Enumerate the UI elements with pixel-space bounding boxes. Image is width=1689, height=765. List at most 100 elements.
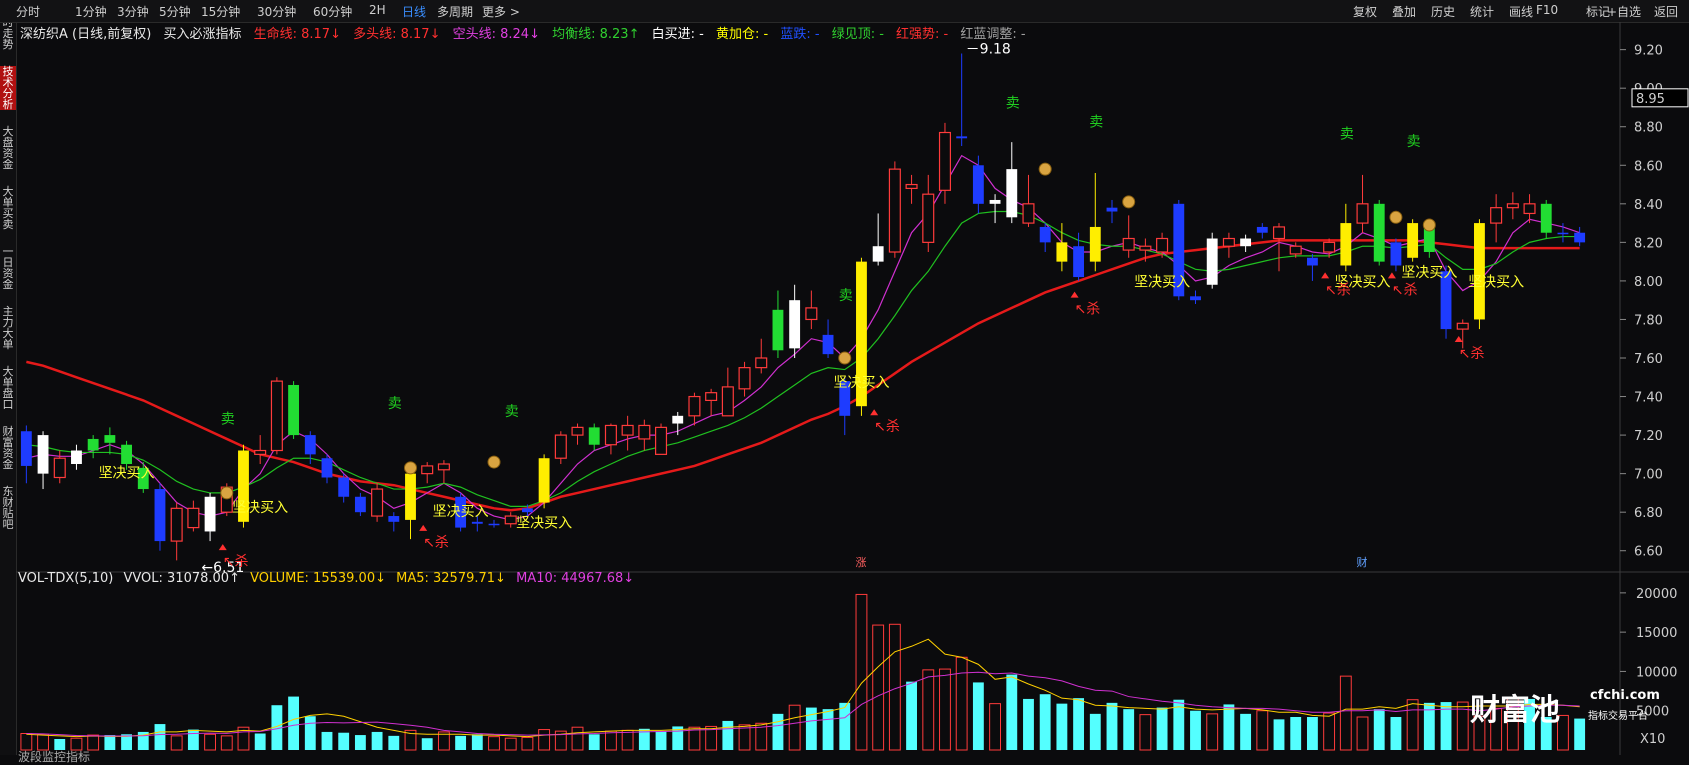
candle-body <box>922 193 935 243</box>
volume-bar <box>922 669 935 751</box>
volume-bar <box>989 703 1002 751</box>
candle-body <box>1240 238 1252 247</box>
volume-bar <box>1190 710 1201 750</box>
price-tick-label: 6.80 <box>1634 506 1663 521</box>
candle-body <box>304 435 316 455</box>
candle-body <box>1523 203 1536 215</box>
candle-body <box>204 496 216 532</box>
volume-bar <box>1223 704 1235 750</box>
volume-bar <box>1356 716 1369 751</box>
volume-bar <box>1306 717 1318 750</box>
volume-bar <box>1056 703 1068 750</box>
price-tick-label: 7.60 <box>1634 352 1663 367</box>
candle-body <box>1323 241 1336 253</box>
ma5-value: MA5: 32579.71↓ <box>396 571 506 586</box>
money-bag-icon <box>1422 218 1436 232</box>
candle-body <box>1222 237 1235 247</box>
next-indicator-title[interactable]: 波段监控指标 <box>18 748 90 765</box>
candle-body <box>371 488 384 517</box>
candle-body <box>1272 226 1286 240</box>
buy-signal-8: 坚决买入 <box>1468 275 1524 291</box>
kill-arrow-3 <box>1070 291 1079 298</box>
candle-body <box>1373 203 1385 262</box>
candle-body <box>655 426 668 455</box>
candle-body <box>1574 232 1586 243</box>
candle-body <box>121 444 132 464</box>
candle-body <box>1122 237 1135 251</box>
volume-bar <box>1089 713 1101 750</box>
volume-bar <box>855 593 868 751</box>
candle-body <box>938 131 951 191</box>
price-tick-label: 6.60 <box>1634 545 1663 560</box>
volume-bar <box>220 735 233 751</box>
candle-body <box>488 523 500 526</box>
volume-bar <box>772 713 784 750</box>
candle-body <box>53 457 66 479</box>
candle-body <box>721 386 734 417</box>
candle-body <box>270 380 283 452</box>
candle-body <box>1340 223 1352 266</box>
kill-arrow-0 <box>218 544 227 551</box>
candle-body <box>154 489 166 542</box>
kill-arrow-4 <box>1321 272 1330 279</box>
price-tick-label: 8.80 <box>1634 121 1663 136</box>
volume-bar <box>1139 714 1152 751</box>
money-bag-icon <box>404 461 417 475</box>
volume-bar <box>471 734 483 750</box>
kline-chart[interactable]: 9.209.008.808.608.408.208.007.807.607.40… <box>0 0 1689 755</box>
money-bag-icon <box>487 455 501 469</box>
candle-body <box>1206 238 1218 285</box>
candle-body <box>905 183 918 190</box>
candle-body <box>405 473 416 520</box>
candle-body <box>789 300 801 349</box>
candle-body <box>989 199 1001 204</box>
kill-signal-0: ↖杀 <box>223 554 249 570</box>
buy-signal-2: 坚决买入 <box>433 504 489 520</box>
volume-bar <box>1156 707 1168 750</box>
candle-body <box>638 424 651 440</box>
kill-signal-5: ↖杀 <box>1392 282 1418 298</box>
money-bag-icon <box>1389 210 1403 224</box>
volume-bar <box>1073 698 1085 750</box>
price-tick-label: 7.20 <box>1634 429 1663 444</box>
candle-body <box>37 435 49 474</box>
volume-bar <box>588 734 600 750</box>
volume-bar <box>839 702 851 750</box>
volume-bar <box>1123 709 1135 750</box>
volume-bar <box>722 720 734 750</box>
candle-body <box>321 458 333 478</box>
volume-bar <box>104 735 116 750</box>
price-tick-label: 8.00 <box>1634 275 1663 290</box>
volume-bar <box>1023 698 1034 750</box>
volume-indicator-title[interactable]: VOL-TDX(5,10) <box>18 571 113 586</box>
candle-body <box>1407 223 1419 258</box>
candle-body <box>504 515 517 525</box>
volume-bar <box>955 656 968 751</box>
volume-value: VOLUME: 15539.00↓ <box>250 571 386 586</box>
candle-body <box>1139 245 1152 251</box>
candle-body <box>521 508 533 513</box>
candle-body <box>705 392 718 402</box>
candle-body <box>554 434 567 459</box>
buy-signal-3: 坚决买入 <box>516 516 572 532</box>
candle-body <box>1506 203 1519 209</box>
volume-bar <box>906 681 917 750</box>
volume-bar <box>170 735 183 751</box>
money-bag-icon <box>220 486 234 500</box>
kill-signal-1: ↖杀 <box>423 535 449 551</box>
candle-body <box>1039 226 1051 243</box>
volume-bar <box>204 733 217 751</box>
watermark-url: cfchi.com <box>1590 688 1660 703</box>
price-tick-label: 8.40 <box>1634 198 1663 213</box>
buy-signal-7: 坚决买入 <box>1401 265 1457 281</box>
candle-body <box>621 424 634 436</box>
candle-body <box>1056 242 1068 262</box>
candle-body <box>71 450 82 464</box>
volume-bar <box>321 731 333 750</box>
candle-body <box>104 435 116 443</box>
candle-body <box>1474 223 1485 320</box>
money-bag-icon <box>1038 162 1052 176</box>
vvol-value: VVOL: 31078.00↑ <box>123 571 240 586</box>
candle-body <box>1390 242 1402 266</box>
sell-signal-3: 卖 <box>839 288 853 304</box>
